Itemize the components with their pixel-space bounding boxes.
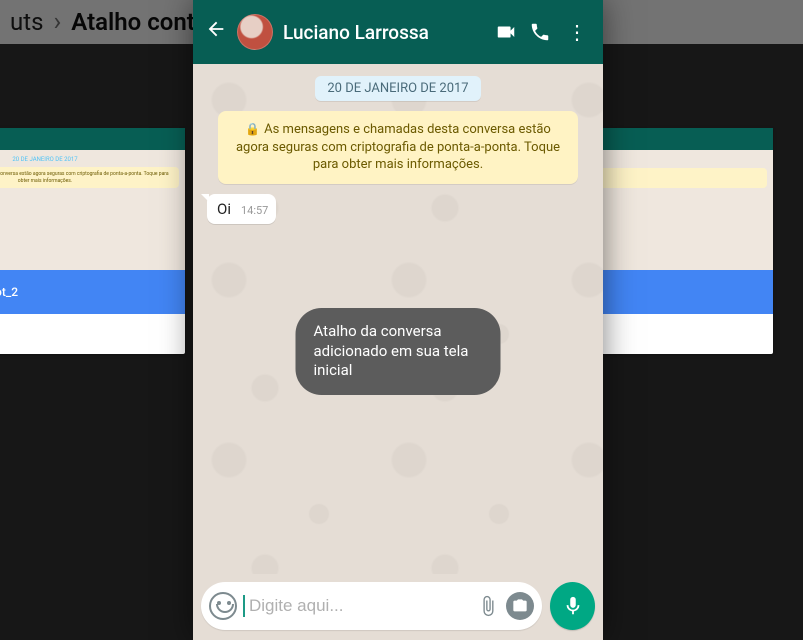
thumb-filename: Screenshot_2 — [0, 285, 18, 299]
message-input-container — [201, 582, 542, 630]
text-cursor — [243, 595, 245, 617]
encryption-notice[interactable]: 🔒As mensagens e chamadas desta conversa … — [218, 111, 578, 184]
thumb-date: 20 DE JANEIRO DE 2017 — [0, 156, 179, 163]
lock-icon: 🔒 — [245, 122, 260, 136]
encryption-notice-text: As mensagens e chamadas desta conversa e… — [236, 122, 560, 172]
more-options-icon[interactable]: ⋮ — [563, 20, 591, 44]
date-separator: 20 DE JANEIRO DE 2017 — [315, 76, 480, 101]
camera-icon[interactable] — [506, 592, 534, 620]
chat-input-bar — [193, 574, 603, 640]
contact-avatar[interactable] — [237, 14, 273, 50]
thumb-encryption: As mensagens e chamadas desta conversa e… — [0, 167, 179, 188]
contact-name[interactable]: Luciano Larrossa — [283, 21, 429, 44]
toast-notification: Atalho da conversa adicionado em sua tel… — [296, 308, 501, 395]
chat-header: Luciano Larrossa ⋮ — [193, 0, 603, 64]
whatsapp-chat-window: Luciano Larrossa ⋮ 20 DE JANEIRO DE 2017… — [193, 0, 603, 640]
voice-message-button[interactable] — [550, 582, 595, 630]
message-text: Oi — [217, 200, 231, 218]
emoji-icon[interactable] — [209, 592, 237, 620]
chat-body: 20 DE JANEIRO DE 2017 🔒As mensagens e ch… — [193, 64, 603, 574]
voice-call-icon[interactable] — [529, 21, 553, 43]
message-input[interactable] — [249, 596, 470, 616]
thumbnail-left[interactable]: Luciano Larrossa 20 DE JANEIRO DE 2017 A… — [0, 128, 185, 354]
video-call-icon[interactable] — [495, 21, 519, 43]
incoming-message-bubble[interactable]: Oi 14:57 — [207, 194, 276, 224]
message-row: Oi 14:57 — [207, 194, 589, 224]
back-button[interactable] — [205, 18, 227, 46]
attachment-icon[interactable] — [476, 594, 500, 618]
message-time: 14:57 — [241, 204, 268, 218]
